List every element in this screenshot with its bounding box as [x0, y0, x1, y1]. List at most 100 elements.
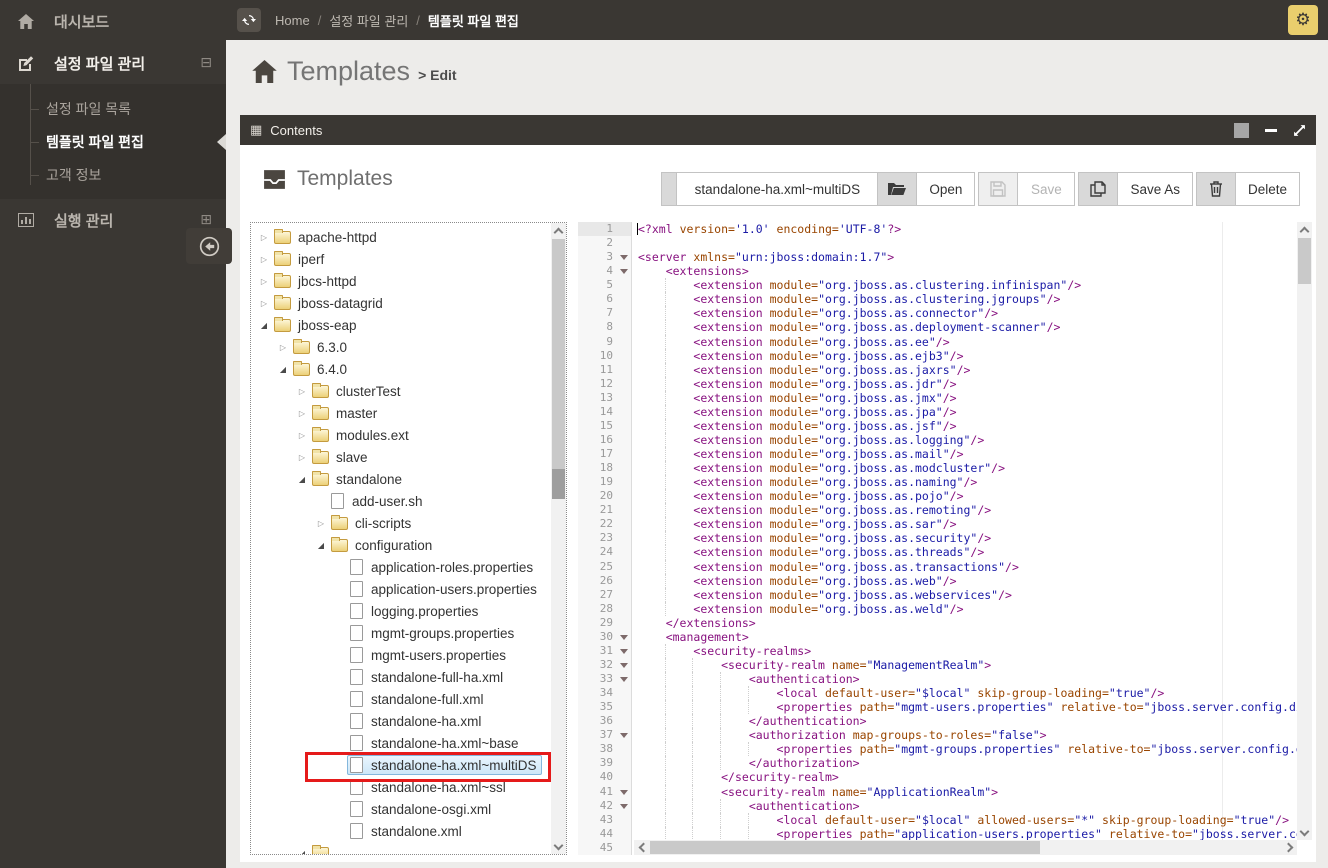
tree-node[interactable]: standalone-ha.xml~base: [251, 732, 551, 754]
scroll-down-arrow[interactable]: [1297, 825, 1312, 840]
tree-node-box[interactable]: mgmt-users.properties: [347, 645, 512, 665]
tree-node[interactable]: ▷clusterTest: [251, 380, 551, 402]
tree-expand-icon[interactable]: ▷: [257, 277, 271, 286]
tree-node[interactable]: logging.properties: [251, 600, 551, 622]
tree-scrollbar-thumb-dark[interactable]: [552, 469, 565, 499]
editor-horizontal-scrollbar[interactable]: [634, 840, 1297, 855]
tree-node-box[interactable]: iperf: [271, 249, 330, 269]
fold-toggle-icon[interactable]: [620, 733, 628, 738]
tree-node[interactable]: ▷jbcs-httpd: [251, 270, 551, 292]
tree-node[interactable]: ▷modules.ext: [251, 424, 551, 446]
fold-toggle-icon[interactable]: [620, 663, 628, 668]
sidebar-item-config-file-list[interactable]: 설정 파일 목록: [0, 92, 226, 125]
tree-node-box[interactable]: add-user.sh: [328, 491, 429, 511]
open-button[interactable]: Open: [916, 172, 975, 206]
tree-node-box[interactable]: jboss-eap: [271, 315, 363, 335]
gutter-line-number[interactable]: 41: [578, 785, 631, 799]
tree-node-box[interactable]: application-users.properties: [347, 579, 543, 599]
fold-toggle-icon[interactable]: [620, 649, 628, 654]
tree-node-box[interactable]: clusterTest: [309, 381, 407, 401]
tree-node[interactable]: ◢standalone: [251, 468, 551, 490]
tree-node[interactable]: standalone-ha.xml~multiDS: [251, 754, 551, 776]
sidebar-item-customer-info[interactable]: 고객 정보: [0, 158, 226, 191]
gutter-line-number[interactable]: 37: [578, 728, 631, 742]
tree-node[interactable]: ▷master: [251, 402, 551, 424]
panel-swatch-button[interactable]: [1234, 123, 1249, 138]
tree-expand-icon[interactable]: ▷: [276, 343, 290, 352]
tree-node-box[interactable]: standalone: [309, 469, 408, 489]
filename-input[interactable]: [676, 172, 878, 206]
tree-node[interactable]: standalone-full.xml: [251, 688, 551, 710]
tree-node-box[interactable]: jboss-datagrid: [271, 293, 389, 313]
tree-node-box[interactable]: slave: [309, 447, 374, 467]
save-as-button[interactable]: Save As: [1117, 172, 1193, 206]
scroll-left-arrow[interactable]: [634, 840, 649, 855]
save-button[interactable]: Save: [1017, 172, 1075, 206]
tree-node[interactable]: ◢jboss-eap: [251, 314, 551, 336]
tree-expand-icon[interactable]: ▷: [295, 387, 309, 396]
scroll-up-arrow[interactable]: [1297, 222, 1312, 237]
tree-node[interactable]: ▷jboss-datagrid: [251, 292, 551, 314]
tree-node-box[interactable]: standalone-ha.xml~ssl: [347, 777, 512, 797]
editor-vertical-scrollbar[interactable]: [1297, 222, 1312, 840]
tree-node-box[interactable]: standalone-full-ha.xml: [347, 667, 509, 687]
tree-collapse-icon[interactable]: ◢: [295, 849, 309, 856]
tree-node[interactable]: standalone-ha.xml~ssl: [251, 776, 551, 798]
fold-toggle-icon[interactable]: [620, 804, 628, 809]
delete-button[interactable]: Delete: [1235, 172, 1300, 206]
tree-node[interactable]: mgmt-groups.properties: [251, 622, 551, 644]
tree-node-box[interactable]: standalone.xml: [347, 821, 468, 841]
tree-node-box[interactable]: logging.properties: [347, 601, 484, 621]
gutter-line-number[interactable]: 42: [578, 799, 631, 813]
tree-node[interactable]: ◢6.4.0: [251, 358, 551, 380]
tree-node[interactable]: application-users.properties: [251, 578, 551, 600]
delete-icon-button[interactable]: [1196, 172, 1236, 206]
tree-node-box[interactable]: configuration: [328, 535, 438, 555]
tree-node[interactable]: add-user.sh: [251, 490, 551, 512]
tree-expand-icon[interactable]: ▷: [295, 409, 309, 418]
tree-node-box[interactable]: standalone-ha.xml: [347, 711, 487, 731]
tree-expand-icon[interactable]: ▷: [295, 431, 309, 440]
tree-collapse-icon[interactable]: ◢: [276, 365, 290, 374]
tree-expand-icon[interactable]: ▷: [257, 299, 271, 308]
panel-expand-button[interactable]: [1293, 124, 1306, 137]
tree-collapse-icon[interactable]: ◢: [295, 475, 309, 484]
xml-code-editor[interactable]: 1234567891011121314151617181920212223242…: [578, 222, 1312, 855]
scroll-right-arrow[interactable]: [1282, 840, 1297, 855]
sidebar-item-template-file-edit[interactable]: 템플릿 파일 편집: [0, 125, 226, 158]
tree-expand-icon[interactable]: ▷: [314, 519, 328, 528]
tree-node-box[interactable]: standalone-full.xml: [347, 689, 490, 709]
selected-tree-node[interactable]: standalone-ha.xml~multiDS: [347, 755, 542, 775]
gutter-line-number[interactable]: 31: [578, 644, 631, 658]
tree-scrollbar-thumb[interactable]: [552, 239, 565, 469]
tree-expand-icon[interactable]: ▷: [257, 233, 271, 242]
tree-vertical-scrollbar[interactable]: [551, 223, 566, 854]
panel-minimize-button[interactable]: [1265, 129, 1277, 132]
menu-expand-icon[interactable]: ⊞: [200, 212, 212, 228]
tree-node[interactable]: standalone-full-ha.xml: [251, 666, 551, 688]
menu-collapse-icon[interactable]: ⊟: [200, 55, 212, 71]
scroll-up-arrow[interactable]: [551, 223, 566, 238]
tree-node-box[interactable]: 6.4.0: [290, 359, 353, 379]
sidebar-item-config-file-mgmt[interactable]: 설정 파일 관리 ⊟: [0, 42, 226, 84]
open-file-icon-button[interactable]: [877, 172, 917, 206]
sidebar-collapse-button[interactable]: [186, 228, 232, 264]
tree-node-box[interactable]: cli-scripts: [328, 513, 417, 533]
tree-collapse-icon[interactable]: ◢: [257, 321, 271, 330]
gutter-line-number[interactable]: 33: [578, 672, 631, 686]
fold-toggle-icon[interactable]: [620, 269, 628, 274]
tree-node[interactable]: ▷iperf: [251, 248, 551, 270]
tree-node-box[interactable]: apache-httpd: [271, 227, 383, 247]
fold-toggle-icon[interactable]: [620, 635, 628, 640]
tree-node-box[interactable]: application-roles.properties: [347, 557, 539, 577]
editor-code-area[interactable]: <?xml version='1.0' encoding='UTF-8'?><s…: [633, 222, 1297, 855]
tree-expand-icon[interactable]: ▷: [295, 453, 309, 462]
breadcrumb-home[interactable]: Home: [275, 13, 310, 28]
editor-hscrollbar-thumb[interactable]: [650, 841, 1040, 854]
tree-node[interactable]: ▷cli-scripts: [251, 512, 551, 534]
tree-node[interactable]: ◢configuration: [251, 534, 551, 556]
save-icon-button[interactable]: [978, 172, 1018, 206]
gutter-line-number[interactable]: 32: [578, 658, 631, 672]
tree-node-box[interactable]: standalone-ha.xml~base: [347, 733, 524, 753]
fold-toggle-icon[interactable]: [620, 255, 628, 260]
